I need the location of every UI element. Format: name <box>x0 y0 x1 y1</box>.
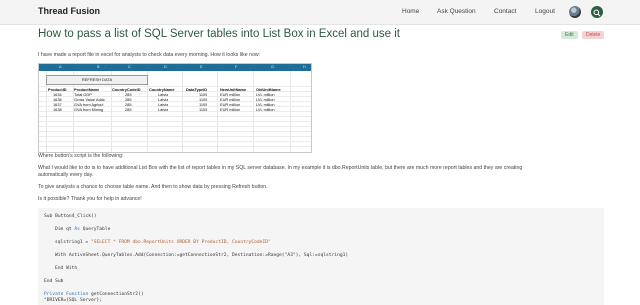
code-block: Sub Button4_Click() Dim qt As QueryTable… <box>38 208 604 305</box>
table-cell: Latvia <box>158 107 169 112</box>
code-line: End With <box>55 266 78 271</box>
column-header-bar: A B C D E F G H <box>39 64 311 71</box>
intro-paragraph: I have made a report file in excel for a… <box>38 52 261 58</box>
table-cell: LVL million <box>256 107 275 112</box>
paragraph-request-line1: What I would like to do is to have addit… <box>38 165 523 171</box>
table-cell: 1638 <box>53 107 62 112</box>
search-button[interactable] <box>591 6 603 18</box>
code-line: sqlstring1 = "SELECT * FROM dbo.ReportUn… <box>55 240 271 245</box>
delete-button[interactable]: Delete <box>582 31 605 39</box>
table-cell: 1105 <box>199 107 208 112</box>
column-header: H <box>303 65 306 69</box>
nav-logout[interactable]: Logout <box>535 8 555 15</box>
code-line: Private Function getConnectionStr2() <box>44 292 144 297</box>
paragraph-button-script: Where button's script is the following: <box>38 153 124 159</box>
nav-home[interactable]: Home <box>402 8 419 15</box>
site-logo[interactable]: Thread Fusion <box>38 6 100 16</box>
code-line: End Sub <box>44 279 64 284</box>
question-title: How to pass a list of SQL Server tables … <box>38 28 400 40</box>
column-header: B <box>97 65 100 69</box>
paragraph-question: Is it possible? Thank you for help in ad… <box>38 196 142 202</box>
table-cell: 285 <box>125 107 132 112</box>
edit-button[interactable]: Edit <box>561 31 578 39</box>
nav-ask-question[interactable]: Ask Question <box>437 8 476 15</box>
code-line: With ActiveSheet.QueryTables.Add(Connect… <box>55 253 349 258</box>
column-header: C <box>128 65 131 69</box>
refresh-data-button[interactable]: REFRESH DATA <box>46 75 148 85</box>
code-line: "DRIVER={SQL Server}; <box>44 298 103 303</box>
code-line: Dim qt As QueryTable <box>55 227 111 232</box>
column-header: F <box>235 65 238 69</box>
column-header: E <box>200 65 203 69</box>
code-line: Sub Button4_Click() <box>44 214 97 219</box>
excel-screenshot: A B C D E F G H REFRESH DATA ProductID P… <box>38 63 312 153</box>
column-header: A <box>59 65 62 69</box>
table-cell: EUR million <box>220 107 241 112</box>
nav-contact[interactable]: Contact <box>494 8 516 15</box>
top-navbar: Thread Fusion Home Ask Question Contact … <box>0 0 640 25</box>
paragraph-request-line2: automatically every day. <box>38 172 94 178</box>
avatar[interactable] <box>569 6 581 18</box>
column-header: G <box>271 65 274 69</box>
paragraph-goal: To give analysts a chance to choose tabl… <box>38 184 268 190</box>
column-header: D <box>164 65 167 69</box>
table-cell: GVA from Mining <box>74 107 104 112</box>
search-icon <box>593 9 601 17</box>
